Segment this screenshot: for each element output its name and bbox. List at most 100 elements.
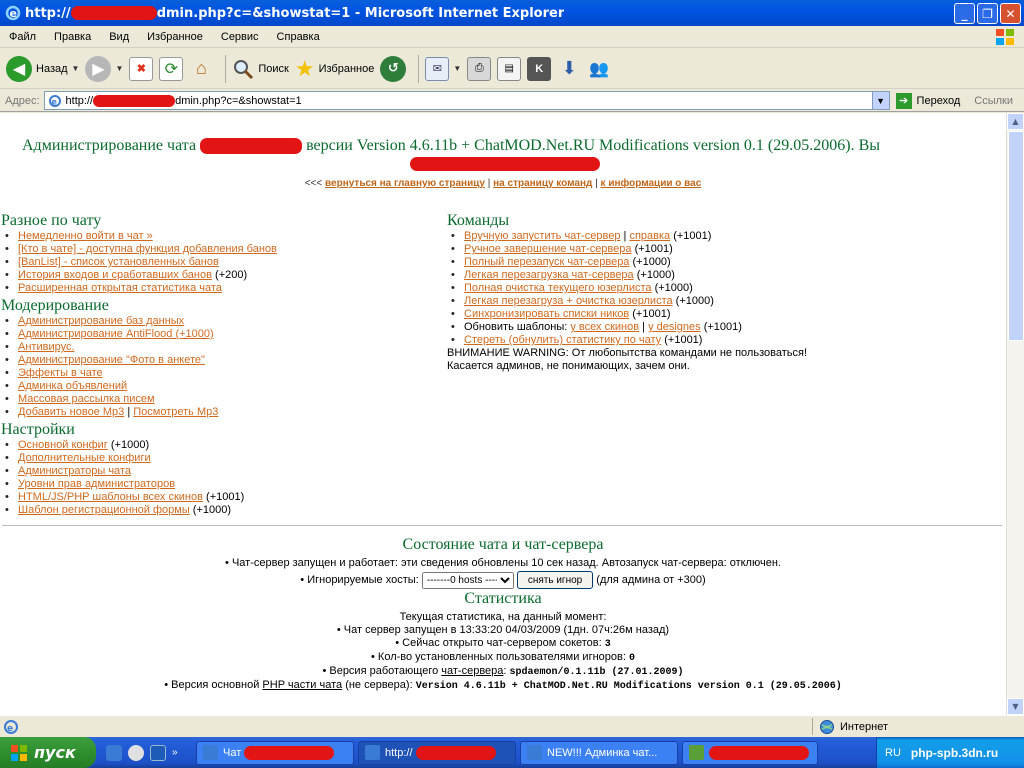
messenger-button[interactable]: 👥 bbox=[587, 57, 611, 81]
command-link[interactable]: Ручное завершение чат-сервера bbox=[464, 243, 632, 255]
search-button[interactable]: Поиск bbox=[232, 58, 289, 80]
php-mid: (не сервера): bbox=[345, 679, 413, 691]
php-part-link[interactable]: PHP части чата bbox=[262, 679, 342, 691]
address-input[interactable]: e http:// dmin.php?c=&showstat=1 ▼ bbox=[43, 91, 890, 110]
maximize-button[interactable]: ❐ bbox=[977, 3, 998, 24]
moderation-link[interactable]: Администрирование AntiFlood (+1000) bbox=[18, 328, 214, 340]
close-button[interactable]: ✕ bbox=[1000, 3, 1021, 24]
command-link[interactable]: Легкая перезагруза + очистка юзерлиста bbox=[464, 295, 673, 307]
misc-list: Немедленно войти в чат » [Кто в чате] - … bbox=[1, 230, 441, 295]
menu-file[interactable]: Файл bbox=[0, 31, 45, 43]
stats-sockets: Сейчас открыто чат-сервером сокетов: 3 bbox=[0, 637, 1006, 650]
favorites-button[interactable]: ★ Избранное bbox=[295, 56, 374, 82]
view-mp3-link[interactable]: Посмотреть Mp3 bbox=[133, 406, 218, 418]
refresh-button[interactable]: ⟳ bbox=[159, 56, 184, 81]
desktop-icon[interactable] bbox=[150, 744, 166, 761]
minimize-button[interactable]: _ bbox=[954, 3, 975, 24]
edit-button[interactable]: ▤ bbox=[497, 56, 522, 81]
moderation-link[interactable]: Массовая рассылка писем bbox=[18, 393, 155, 405]
misc-link[interactable]: Немедленно войти в чат » bbox=[18, 230, 153, 242]
svg-text:e: e bbox=[51, 97, 57, 106]
settings-link[interactable]: HTML/JS/PHP шаблоны всех скинов bbox=[18, 491, 203, 503]
stats-ignores: Кол-во установленных пользователями игно… bbox=[0, 651, 1006, 664]
command-link[interactable]: Полная очистка текущего юзерлиста bbox=[464, 282, 652, 294]
settings-link[interactable]: Уровни прав администраторов bbox=[18, 478, 175, 490]
redaction bbox=[709, 745, 809, 760]
menu-help[interactable]: Справка bbox=[268, 31, 329, 43]
dropdown-arrow-icon[interactable]: ▼ bbox=[453, 64, 461, 73]
menu-edit[interactable]: Правка bbox=[45, 31, 100, 43]
command-link[interactable]: Вручную запустить чат-сервер bbox=[464, 230, 620, 242]
list-item: Ручное завершение чат-сервера (+1001) bbox=[447, 243, 1002, 256]
update-designes-link[interactable]: у designes bbox=[648, 321, 701, 333]
home-button[interactable]: ⌂ bbox=[189, 57, 213, 81]
settings-link[interactable]: Администраторы чата bbox=[18, 465, 131, 477]
print-button[interactable]: ⎙ bbox=[467, 56, 492, 81]
go-button[interactable]: ➔ Переход bbox=[895, 92, 960, 109]
mail-button[interactable]: ✉ ▼ bbox=[425, 56, 461, 81]
command-link[interactable]: Полный перезапуск чат-сервера bbox=[464, 256, 629, 268]
expand-icon[interactable]: » bbox=[172, 747, 178, 758]
vertical-scrollbar[interactable]: ▲ ▼ bbox=[1006, 113, 1024, 715]
url-suffix: dmin.php?c=&showstat=1 bbox=[175, 94, 302, 107]
discuss-button[interactable]: K bbox=[527, 56, 552, 81]
moderation-link[interactable]: Антивирус. bbox=[18, 341, 75, 353]
item-suffix: (+1001) bbox=[629, 308, 671, 320]
update-skins-link[interactable]: у всех скинов bbox=[570, 321, 639, 333]
help-link[interactable]: справка bbox=[629, 230, 670, 242]
scroll-thumb[interactable] bbox=[1008, 131, 1024, 341]
taskbar-item-active[interactable]: http:// bbox=[358, 740, 516, 765]
settings-link[interactable]: Основной конфиг bbox=[18, 439, 108, 451]
taskbar-item[interactable]: Чат bbox=[196, 740, 354, 765]
menu-tools[interactable]: Сервис bbox=[212, 31, 268, 43]
nav-home-link[interactable]: вернуться на главную страницу bbox=[325, 178, 485, 189]
security-zone: Интернет bbox=[812, 718, 1024, 735]
menu-favorites[interactable]: Избранное bbox=[138, 31, 212, 43]
links-button[interactable]: Ссылки bbox=[974, 95, 1013, 107]
address-dropdown-icon[interactable]: ▼ bbox=[871, 92, 889, 109]
misc-link[interactable]: [BanList] - список установленных банов bbox=[18, 256, 219, 268]
back-button[interactable]: ◀ Назад ▼ bbox=[6, 55, 80, 82]
media-player-icon[interactable] bbox=[128, 744, 144, 761]
remove-ignore-button[interactable]: снять игнор bbox=[516, 571, 594, 589]
menu-view[interactable]: Вид bbox=[100, 31, 138, 43]
stop-button[interactable]: ✖ bbox=[129, 56, 154, 81]
scroll-up-icon[interactable]: ▲ bbox=[1007, 113, 1024, 130]
misc-link[interactable]: Расширенная открытая статистика чата bbox=[18, 282, 222, 294]
moderation-link[interactable]: Администрирование баз данных bbox=[18, 315, 184, 327]
dropdown-arrow-icon[interactable]: ▼ bbox=[72, 64, 80, 73]
title-right: версии Version 4.6.11b + ChatMOD.Net.RU … bbox=[306, 137, 880, 154]
taskbar-item[interactable]: NEW!!! Админка чат... bbox=[520, 740, 678, 765]
window-titlebar[interactable]: e http:// dmin.php?c=&showstat=1 - Micros… bbox=[0, 0, 1024, 26]
command-link[interactable]: Легкая перезагрузка чат-сервера bbox=[464, 269, 634, 281]
page-done-icon: e bbox=[4, 719, 18, 734]
command-link[interactable]: Синхронизировать списки ников bbox=[464, 308, 629, 320]
chat-server-link[interactable]: чат-сервера bbox=[441, 665, 503, 677]
misc-link[interactable]: История входов и сработавших банов bbox=[18, 269, 212, 281]
moderation-link[interactable]: Админка объявлений bbox=[18, 380, 127, 392]
ie-quicklaunch-icon[interactable] bbox=[106, 744, 122, 761]
task-label: Чат bbox=[223, 746, 242, 759]
list-item: Уровни прав администраторов bbox=[1, 478, 441, 491]
research-icon: ⬇ bbox=[561, 58, 577, 78]
add-mp3-link[interactable]: Добавить новое Mp3 bbox=[18, 406, 124, 418]
settings-link[interactable]: Шаблон регистрационной формы bbox=[18, 504, 190, 516]
moderation-link[interactable]: Администрирование "Фото в анкете" bbox=[18, 354, 205, 366]
windows-flag-icon bbox=[11, 744, 27, 761]
language-indicator[interactable]: RU bbox=[885, 747, 901, 759]
dropdown-arrow-icon[interactable]: ▼ bbox=[115, 64, 123, 73]
moderation-link[interactable]: Эффекты в чате bbox=[18, 367, 103, 379]
nav-commands-link[interactable]: на страницу команд bbox=[493, 178, 592, 189]
misc-link[interactable]: [Кто в чате] - доступна функция добавлен… bbox=[18, 243, 277, 255]
history-button[interactable]: ↺ bbox=[380, 55, 407, 82]
forward-button[interactable]: ▶ ▼ bbox=[85, 55, 123, 82]
command-link[interactable]: Стереть (обнулить) статистику по чату bbox=[464, 334, 661, 346]
research-button[interactable]: ⬇ bbox=[557, 57, 581, 81]
settings-link[interactable]: Дополнительные конфиги bbox=[18, 452, 151, 464]
nav-info-link[interactable]: к информации о вас bbox=[601, 178, 702, 189]
start-button[interactable]: пуск bbox=[0, 737, 96, 768]
zone-label: Интернет bbox=[840, 720, 888, 733]
ignored-hosts-select[interactable]: -------0 hosts ------- bbox=[421, 571, 514, 589]
taskbar-item[interactable] bbox=[682, 740, 818, 765]
scroll-down-icon[interactable]: ▼ bbox=[1007, 698, 1024, 715]
